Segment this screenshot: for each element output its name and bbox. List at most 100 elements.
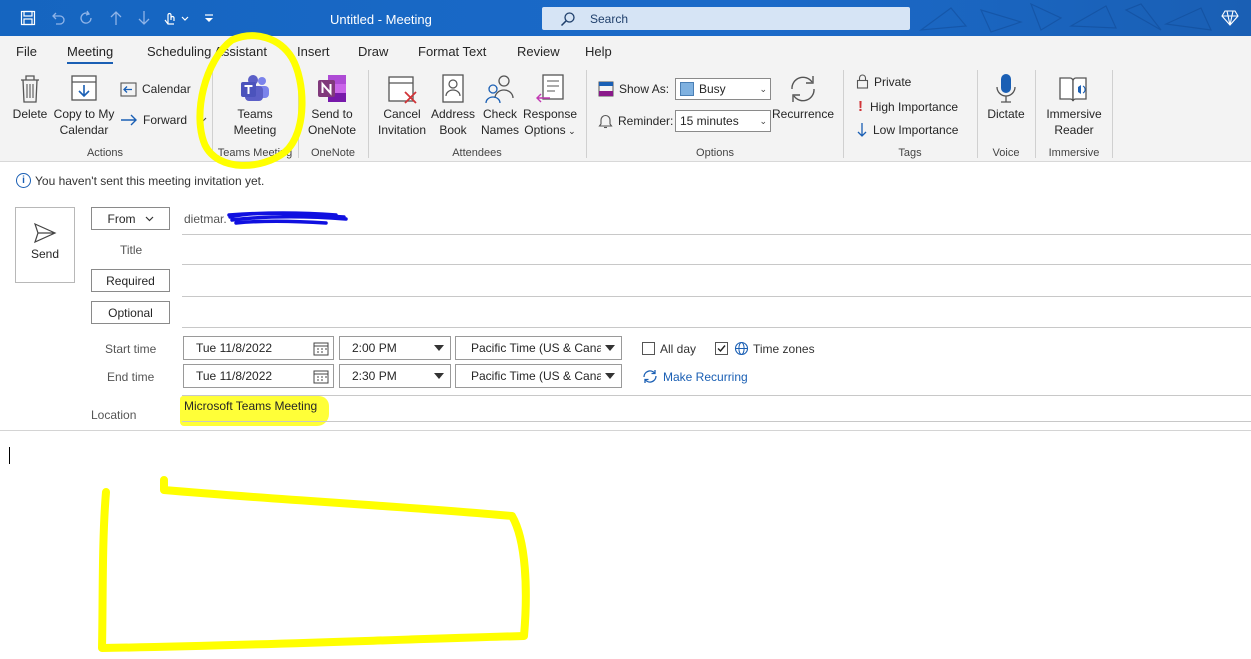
- send-button[interactable]: Send: [15, 207, 75, 283]
- end-date-value: Tue 11/8/2022: [196, 369, 273, 383]
- touch-mode-icon[interactable]: [160, 8, 192, 28]
- forward-button[interactable]: Forward: [120, 113, 212, 127]
- group-label-options: Options: [696, 147, 734, 159]
- meeting-body-editor[interactable]: [0, 431, 1251, 659]
- start-date-value: Tue 11/8/2022: [196, 341, 273, 355]
- from-field-underline: [182, 234, 1251, 235]
- start-time-select[interactable]: 2:00 PM: [339, 336, 451, 360]
- start-timezone-value: Pacific Time (US & Canada): [471, 341, 601, 355]
- save-icon[interactable]: [18, 8, 38, 28]
- recurrence-button[interactable]: Recurrence: [772, 72, 834, 122]
- ribbon-separator: [368, 70, 369, 158]
- tab-scheduling-assistant[interactable]: Scheduling Assistant: [147, 44, 267, 59]
- copy-label-2: Calendar: [59, 123, 109, 137]
- dropdown-arrow-icon: [605, 373, 615, 379]
- title-input[interactable]: [182, 237, 1251, 264]
- ribbon-separator: [212, 70, 213, 158]
- teams-label-1: Teams: [237, 107, 273, 121]
- chevron-down-icon: ⌄: [759, 84, 767, 94]
- tab-insert[interactable]: Insert: [297, 44, 330, 59]
- cancel-label-2: Invitation: [377, 123, 427, 137]
- time-zones-checkbox[interactable]: [715, 342, 728, 355]
- low-importance-button[interactable]: Low Importance: [856, 122, 958, 138]
- cancel-invitation-button[interactable]: Cancel Invitation: [376, 72, 428, 138]
- required-attendees-input[interactable]: [182, 268, 1251, 295]
- send-icon: [33, 222, 57, 244]
- calendar-button[interactable]: Calendar: [120, 81, 191, 97]
- onenote-icon: [318, 75, 346, 102]
- reminder-select[interactable]: 15 minutes ⌄: [675, 110, 771, 132]
- show-as-select[interactable]: Busy ⌄: [675, 78, 771, 100]
- copy-to-my-calendar-button[interactable]: Copy to My Calendar: [50, 72, 118, 138]
- end-time-select[interactable]: 2:30 PM: [339, 364, 451, 388]
- immersive-label-2: Reader: [1054, 123, 1094, 137]
- teams-meeting-button[interactable]: Teams Meeting: [226, 72, 284, 138]
- address-book-button[interactable]: Address Book: [430, 72, 476, 138]
- send-to-onenote-button[interactable]: Send to OneNote: [303, 72, 361, 138]
- start-timezone-select[interactable]: Pacific Time (US & Canada): [455, 336, 622, 360]
- ribbon-separator: [977, 70, 978, 158]
- low-importance-label: Low Importance: [873, 123, 959, 137]
- info-message: You haven't sent this meeting invitation…: [35, 173, 265, 188]
- undo-icon[interactable]: [48, 8, 68, 28]
- dropdown-arrow-icon: [434, 345, 444, 351]
- make-recurring-link[interactable]: Make Recurring: [642, 369, 748, 384]
- delete-button[interactable]: Delete: [10, 72, 50, 122]
- next-item-icon[interactable]: [134, 8, 154, 28]
- required-attendees-button[interactable]: Required: [91, 269, 170, 292]
- tab-draw[interactable]: Draw: [358, 44, 388, 59]
- high-importance-button[interactable]: ! High Importance: [856, 98, 958, 115]
- customize-toolbar-icon[interactable]: [200, 8, 218, 28]
- from-button[interactable]: From: [91, 207, 170, 230]
- premium-diamond-icon[interactable]: [1221, 9, 1239, 30]
- show-as-label: Show As:: [619, 82, 670, 96]
- end-time-label: End time: [107, 370, 155, 384]
- delete-label: Delete: [12, 107, 48, 121]
- previous-item-icon[interactable]: [106, 8, 126, 28]
- calendar-icon[interactable]: [313, 369, 329, 384]
- send-label: Send: [30, 247, 60, 261]
- redo-icon[interactable]: [76, 8, 96, 28]
- reminder-label-area: Reminder:: [598, 113, 673, 129]
- busy-swatch: [680, 82, 694, 96]
- dictate-button[interactable]: Dictate: [984, 72, 1028, 122]
- response-options-button[interactable]: Response Options ⌄: [522, 72, 578, 139]
- forward-label: Forward: [143, 113, 188, 127]
- group-label-voice: Voice: [992, 147, 1020, 159]
- check-names-button[interactable]: Check Names: [478, 72, 522, 138]
- onenote-label-2: OneNote: [307, 123, 357, 137]
- ribbon-tabs: File Meeting Scheduling Assistant Insert…: [0, 36, 1251, 65]
- forward-dropdown-icon[interactable]: [199, 117, 207, 123]
- response-label-2: Options: [524, 123, 566, 137]
- calendar-icon[interactable]: [313, 341, 329, 356]
- from-label: From: [107, 211, 136, 226]
- all-day-checkbox[interactable]: [642, 342, 655, 355]
- optional-attendees-button[interactable]: Optional: [91, 301, 170, 324]
- check-label-1: Check: [482, 107, 517, 121]
- copy-label-1: Copy to My: [53, 107, 115, 121]
- dropdown-arrow-icon: [605, 345, 615, 351]
- tab-format-text[interactable]: Format Text: [418, 44, 486, 59]
- tab-review[interactable]: Review: [517, 44, 560, 59]
- tab-meeting[interactable]: Meeting: [67, 44, 114, 65]
- end-timezone-select[interactable]: Pacific Time (US & Canada): [455, 364, 622, 388]
- immersive-reader-button[interactable]: Immersive Reader: [1040, 72, 1108, 138]
- group-label-immersive: Immersive: [1048, 147, 1100, 159]
- exclamation-icon: !: [858, 98, 863, 115]
- title-bar: Untitled - Meeting Search: [0, 0, 1251, 36]
- start-date-picker[interactable]: Tue 11/8/2022: [183, 336, 334, 360]
- recurrence-small-icon: [643, 370, 657, 383]
- private-button[interactable]: Private: [856, 74, 911, 89]
- response-dropdown-icon: ⌄: [565, 126, 576, 136]
- private-label: Private: [874, 74, 912, 89]
- location-input[interactable]: Microsoft Teams Meeting: [184, 399, 317, 413]
- onenote-label-1: Send to: [311, 107, 353, 121]
- all-day-label: All day: [660, 342, 697, 356]
- tab-file[interactable]: File: [16, 44, 37, 59]
- end-date-picker[interactable]: Tue 11/8/2022: [183, 364, 334, 388]
- title-field-underline: [182, 264, 1251, 265]
- optional-attendees-input[interactable]: [182, 300, 1251, 327]
- search-box[interactable]: Search: [542, 7, 910, 30]
- tab-help[interactable]: Help: [585, 44, 612, 59]
- response-options-icon: [536, 74, 564, 103]
